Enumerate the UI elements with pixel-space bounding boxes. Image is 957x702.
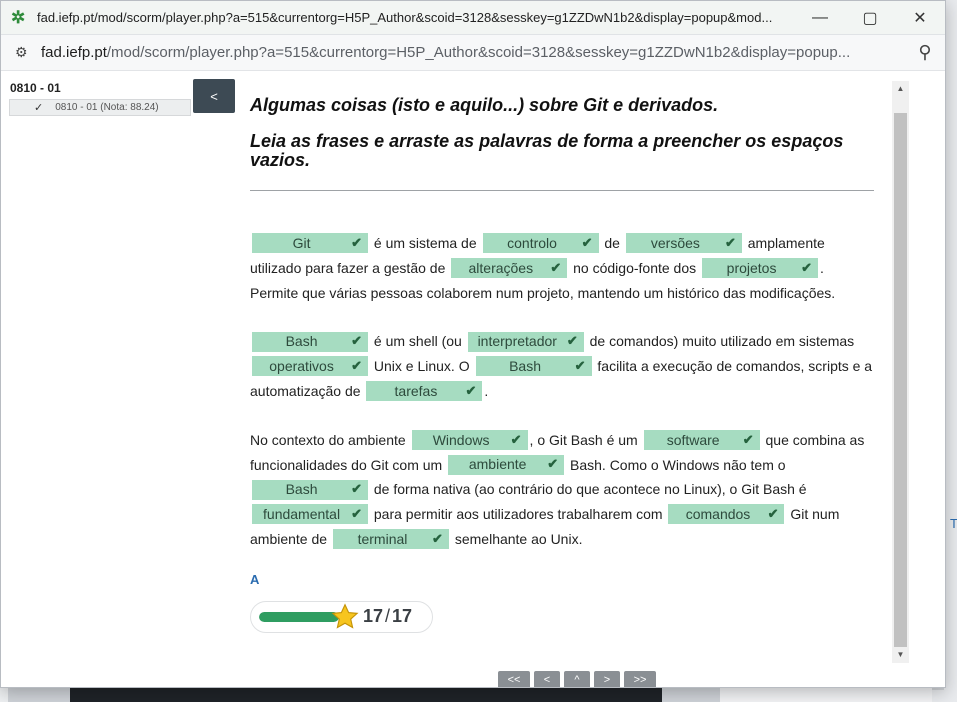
check-icon: ✔ [510,431,522,447]
maximize-icon[interactable]: ▢ [845,1,895,35]
drop-zone[interactable]: terminal ✔ [332,529,449,550]
minimize-icon[interactable]: — [795,1,845,35]
check-icon: ✔ [566,333,578,349]
scroll-thumb[interactable] [894,113,907,647]
divider [250,190,874,191]
accessibility-flag[interactable]: A [250,572,874,587]
scorm-nav: << < ^ > >> [498,671,656,687]
nav-last-button[interactable]: >> [624,671,656,687]
activity-instructions: Leia as frases e arraste as palavras de … [250,131,844,170]
address-bar: ⚙ fad.iefp.pt/mod/scorm/player.php?a=515… [1,35,945,71]
paragraph-git-bash: No contexto do ambiente Windows ✔, o Git … [250,428,874,552]
drop-zone[interactable]: versões ✔ [625,233,742,254]
check-icon: ✔ [550,259,562,275]
check-icon: ✔ [574,358,586,374]
paragraph-git: Git ✔ é um sistema de controlo ✔ de versõe… [250,231,874,305]
url-field[interactable]: fad.iefp.pt/mod/scorm/player.php?a=515&c… [41,44,905,61]
drop-zone[interactable]: Windows ✔ [411,430,528,451]
drop-zone[interactable]: projetos ✔ [702,258,819,279]
drop-zone[interactable]: comandos ✔ [668,504,785,525]
check-icon: ✔ [547,456,559,472]
check-icon: ✔ [351,333,362,349]
check-icon: ✔ [432,530,443,546]
site-info-icon[interactable]: ⚙ [15,44,41,61]
check-icon: ✔ [581,234,593,250]
popup-window: ✲ fad.iefp.pt/mod/scorm/player.php?a=515… [0,0,946,688]
check-icon: ✔ [724,234,736,250]
drop-zone[interactable]: Bash ✔ [252,479,368,500]
background-text-fragment: T [950,516,957,531]
progress-fill [259,611,339,622]
nav-first-button[interactable]: << [498,671,530,687]
toc-heading: 0810 - 01 [10,81,61,95]
check-icon: ✔ [801,259,813,275]
check-icon: ✔ [351,234,362,250]
score-bar: 17 / 17 [250,600,433,633]
drop-zone[interactable]: tarefas ✔ [366,381,483,402]
check-icon: ✔ [742,431,754,447]
nav-up-button[interactable]: ^ [564,671,590,687]
nav-prev-button[interactable]: < [534,671,560,687]
zoom-icon[interactable]: ⚲ [905,42,945,63]
scroll-down-icon[interactable]: ▼ [892,647,909,663]
score-separator: / [385,606,391,627]
drop-zone[interactable]: alterações ✔ [451,258,568,279]
background-taskbar-area [70,686,662,702]
drop-zone[interactable]: fundamental ✔ [252,504,368,525]
check-icon: ✔ [351,358,362,374]
toc-collapse-button[interactable]: < [193,79,235,113]
toc-item-label: 0810 - 01 (Nota: 88.24) [55,102,159,113]
drop-zone[interactable]: interpretador ✔ [467,331,584,352]
url-path: /mod/scorm/player.php?a=515&currentorg=H… [106,44,851,61]
check-icon: ✓ [34,102,44,114]
drop-zone[interactable]: Bash ✔ [252,331,368,352]
check-icon: ✔ [465,382,477,398]
drop-zone[interactable]: controlo ✔ [482,233,599,254]
drop-zone[interactable]: ambiente ✔ [448,454,565,475]
drop-zone[interactable]: Bash ✔ [475,356,592,377]
progress-track [259,611,339,622]
score-max: 17 [392,606,413,627]
window-title: fad.iefp.pt/mod/scorm/player.php?a=515&c… [37,10,773,25]
content-scrollbar[interactable]: ▲ ▼ [892,81,909,663]
score-value: 17 [363,606,384,627]
toc-panel: 0810 - 01 ✓ 0810 - 01 (Nota: 88.24) [9,81,191,116]
check-icon: ✔ [351,506,362,522]
title-bar: ✲ fad.iefp.pt/mod/scorm/player.php?a=515… [1,1,945,35]
toc-item[interactable]: ✓ 0810 - 01 (Nota: 88.24) [9,99,191,116]
site-favicon-icon: ✲ [11,7,26,27]
check-icon: ✔ [351,481,362,497]
close-icon[interactable]: ✕ [895,1,945,35]
check-icon: ✔ [767,506,779,522]
url-host: fad.iefp.pt [41,44,107,61]
scroll-up-icon[interactable]: ▲ [892,81,909,97]
drop-zone[interactable]: software ✔ [643,430,760,451]
drop-zone[interactable]: operativos ✔ [252,356,368,377]
drop-zone[interactable]: Git ✔ [252,233,368,254]
paragraph-bash: Bash ✔ é um shell (ou interpretador ✔ de c… [250,329,874,403]
activity-content: Algumas coisas (isto e aquilo...) sobre … [250,93,874,633]
background-panel [720,686,932,702]
nav-next-button[interactable]: > [594,671,620,687]
activity-title: Algumas coisas (isto e aquilo...) sobre … [250,95,719,115]
star-icon [331,603,359,629]
